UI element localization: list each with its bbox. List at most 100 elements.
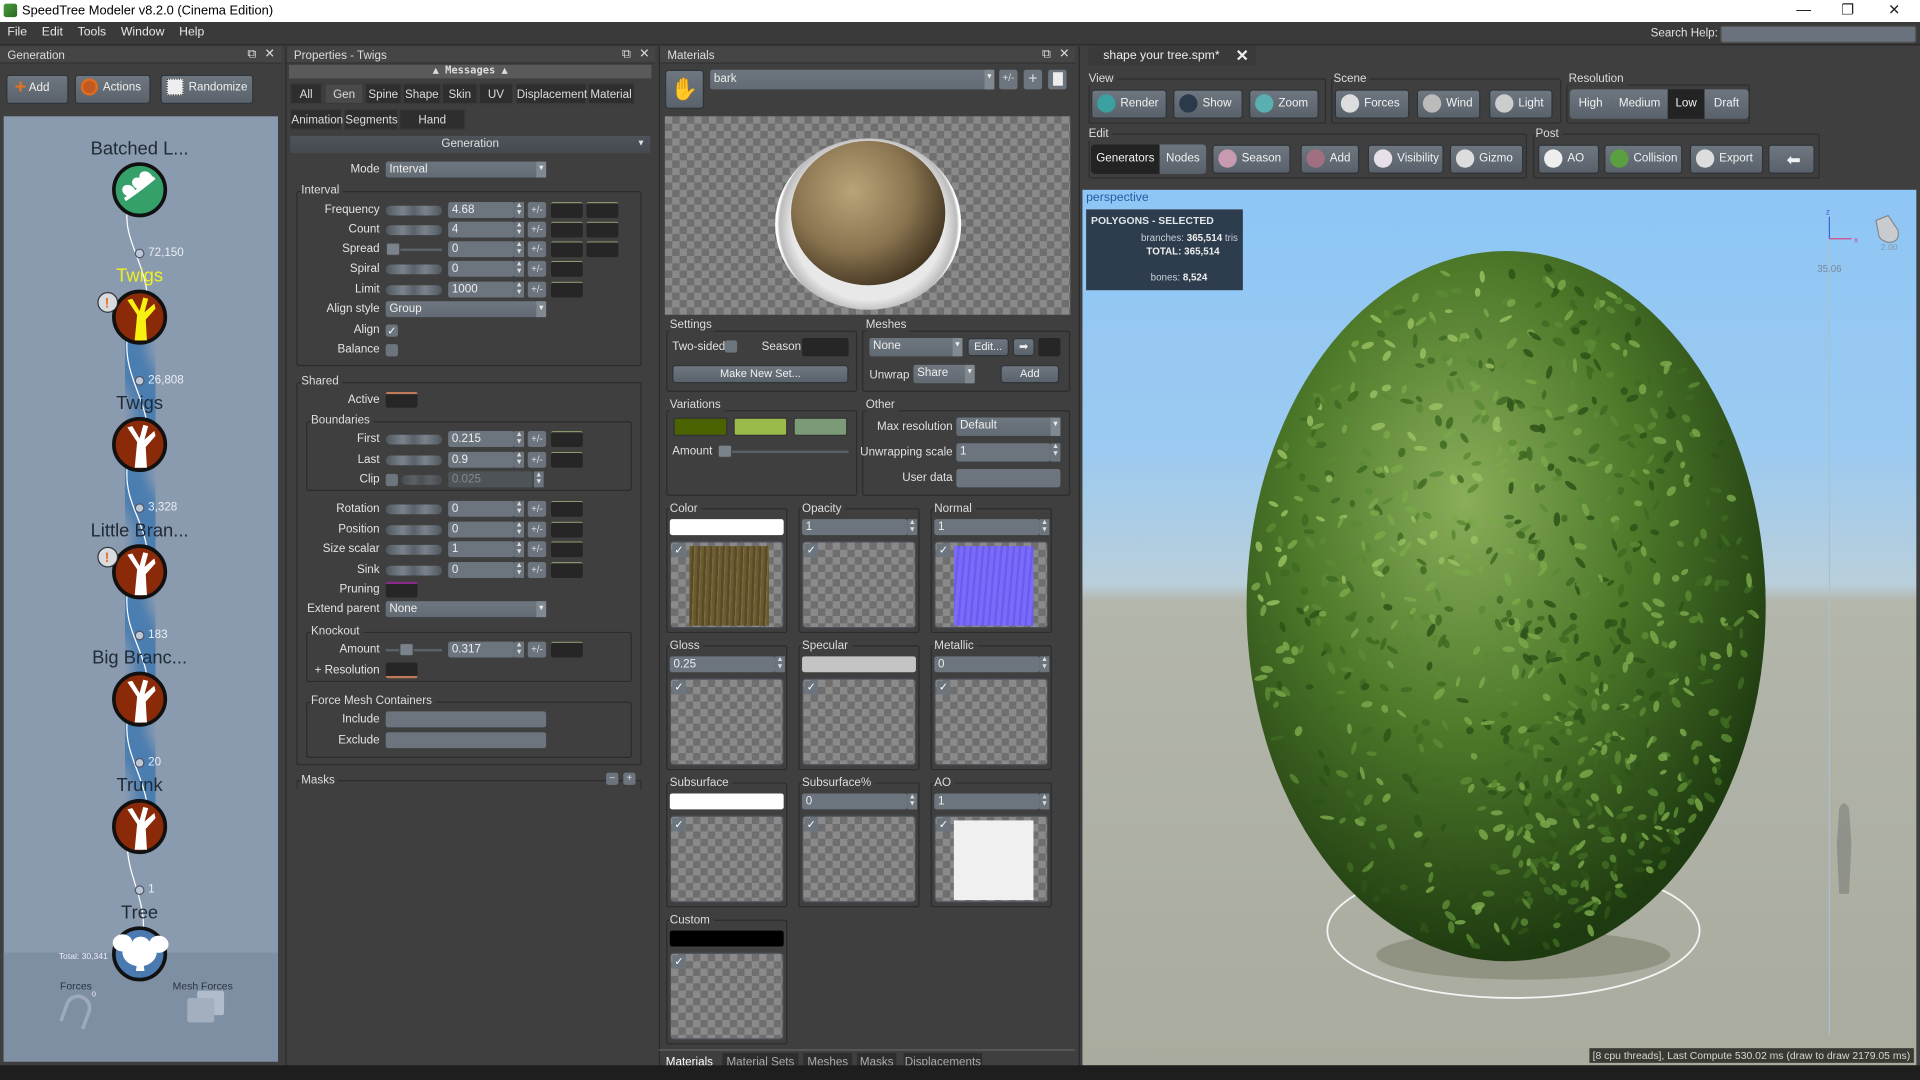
arrow-right-button[interactable]: ➡	[1012, 337, 1035, 357]
unwrap-select[interactable]: Share ▼	[913, 364, 975, 384]
frequency-spinner[interactable]: ▲ ▼	[514, 202, 525, 218]
resolution-high[interactable]: High	[1569, 89, 1612, 119]
tab-hand-drawn[interactable]: Hand Drawn	[399, 108, 466, 148]
warning-icon[interactable]: !	[97, 546, 119, 568]
search-help-input[interactable]	[1720, 25, 1917, 43]
specular-texture-slot[interactable]: ✓	[802, 678, 916, 766]
3d-viewport[interactable]: perspective POLYGONS - SELECTED branches…	[1082, 189, 1917, 1066]
ao-enable-checkbox[interactable]: ✓	[936, 817, 951, 832]
edit-mesh-button[interactable]: Edit...	[967, 337, 1009, 357]
spread-variance-button[interactable]: +/-	[527, 241, 547, 258]
limit-spinner[interactable]: ▲ ▼	[514, 281, 525, 298]
frequency-variance-button[interactable]: +/-	[527, 202, 547, 218]
node-connector[interactable]	[134, 248, 145, 259]
spiral-slider[interactable]	[385, 264, 443, 275]
tab-skin[interactable]: Skin	[442, 83, 478, 105]
close-panel-icon[interactable]: ✕	[639, 48, 649, 61]
resolution-draft[interactable]: Draft	[1704, 89, 1749, 119]
subsurface-texture-slot[interactable]: ✓	[669, 815, 784, 903]
gloss-enable-checkbox[interactable]: ✓	[672, 680, 686, 695]
spiral-input[interactable]: 0	[448, 260, 515, 277]
unwrapping-scale-spinner[interactable]: ▲ ▼	[1050, 443, 1061, 462]
spread-curve-button[interactable]	[586, 241, 619, 258]
season-color[interactable]	[802, 337, 849, 357]
masks-add-button[interactable]: +	[623, 772, 636, 785]
hand-tool-button[interactable]: ✋	[664, 69, 705, 109]
variation-amount-slider[interactable]	[717, 444, 733, 458]
rotation-slider[interactable]	[385, 504, 443, 515]
generator-node-label[interactable]: Batched L...	[48, 138, 232, 159]
export-button[interactable]: Export	[1689, 144, 1764, 174]
first-input[interactable]: 0.215	[448, 431, 515, 447]
size-scalar-spinner[interactable]: ▲ ▼	[514, 541, 525, 558]
limit-curve-button[interactable]	[551, 281, 583, 298]
float-icon[interactable]: ⧉	[622, 48, 631, 61]
generator-node-label[interactable]: Little Bran...	[48, 520, 232, 541]
edit-mode-nodes[interactable]: Nodes	[1159, 144, 1207, 174]
document-tab[interactable]: shape your tree.spm* ✕	[1088, 46, 1257, 65]
subsurface-percent-spinner[interactable]: ▲ ▼	[907, 793, 918, 810]
sink-input[interactable]: 0	[448, 562, 515, 578]
add-mesh-button[interactable]: Add	[1000, 364, 1060, 384]
position-curve-button[interactable]	[551, 521, 583, 538]
unwrapping-scale-input[interactable]: 1	[956, 443, 1051, 462]
generation-section-header[interactable]: Generation ▼	[290, 135, 651, 154]
last-spinner[interactable]: ▲ ▼	[514, 451, 525, 468]
amount-variance-button[interactable]: +/-	[527, 641, 547, 658]
spiral-curve-button[interactable]	[551, 260, 583, 277]
spread-slider[interactable]	[385, 242, 401, 256]
color-color-swatch[interactable]	[669, 519, 784, 536]
metallic-enable-checkbox[interactable]: ✓	[936, 680, 951, 695]
rotation-variance-button[interactable]: +/-	[527, 500, 547, 517]
extend-parent-select[interactable]: None ▼	[385, 601, 547, 618]
node-connector[interactable]	[134, 885, 145, 896]
ao-button[interactable]: AO	[1537, 144, 1600, 174]
variation-swatch[interactable]	[733, 417, 788, 436]
amount-slider[interactable]	[398, 642, 414, 657]
season-button[interactable]: Season	[1212, 144, 1291, 174]
custom-color-swatch[interactable]	[669, 930, 784, 947]
sink-slider[interactable]	[385, 565, 443, 576]
mode-select[interactable]: Interval ▼	[385, 161, 547, 178]
material-preview[interactable]	[664, 116, 1071, 315]
tab-shape[interactable]: Shape	[402, 83, 441, 105]
align-style-select[interactable]: Group ▼	[385, 301, 547, 318]
first-curve-button[interactable]	[551, 431, 583, 447]
back-button[interactable]: ⬅	[1768, 144, 1815, 174]
gloss-spinner[interactable]: ▲ ▼	[775, 656, 785, 673]
node-connector[interactable]	[134, 375, 145, 386]
subsurface-percent-input[interactable]: 0	[802, 793, 908, 810]
subsurface-color-swatch[interactable]	[669, 793, 784, 810]
metallic-input[interactable]: 0	[934, 656, 1040, 673]
edit-mode-generators[interactable]: Generators	[1091, 144, 1160, 174]
balance-checkbox[interactable]	[385, 344, 398, 357]
count-input[interactable]: 4	[448, 221, 515, 238]
frequency-curve-button[interactable]	[586, 202, 619, 218]
count-spinner[interactable]: ▲ ▼	[514, 221, 525, 238]
forces-button[interactable]: Forces	[1334, 89, 1410, 119]
first-slider[interactable]	[385, 434, 443, 445]
variation-swatch[interactable]	[793, 417, 848, 436]
tab-spine[interactable]: Spine	[364, 83, 402, 105]
minimize-button[interactable]: —	[1785, 1, 1822, 21]
max-resolution-select[interactable]: Default ▼	[956, 417, 1061, 436]
clip-checkbox[interactable]	[385, 473, 398, 487]
ao-input[interactable]: 1	[934, 793, 1040, 810]
spiral-variance-button[interactable]: +/-	[527, 260, 547, 277]
messages-bar[interactable]: ▲ Messages ▲	[288, 64, 652, 79]
resolution-medium[interactable]: Medium	[1611, 89, 1668, 119]
variation-amount-track[interactable]	[722, 450, 849, 454]
generator-node-label[interactable]: Twigs	[48, 393, 232, 414]
exclude-input[interactable]	[385, 732, 547, 749]
show-button[interactable]: Show	[1173, 89, 1243, 119]
node-connector[interactable]	[134, 630, 145, 641]
custom-texture-slot[interactable]: ✓	[669, 952, 784, 1040]
generator-node[interactable]	[112, 544, 168, 600]
frequency-slider[interactable]	[385, 205, 443, 216]
count-slider[interactable]	[385, 225, 443, 236]
count-variance-button[interactable]: +/-	[527, 221, 547, 238]
subsurface-enable-checkbox[interactable]: ✓	[672, 817, 686, 832]
resolution-low[interactable]: Low	[1667, 89, 1705, 119]
maximize-button[interactable]: ❐	[1829, 1, 1866, 21]
size-scalar-curve-button[interactable]	[551, 541, 583, 558]
